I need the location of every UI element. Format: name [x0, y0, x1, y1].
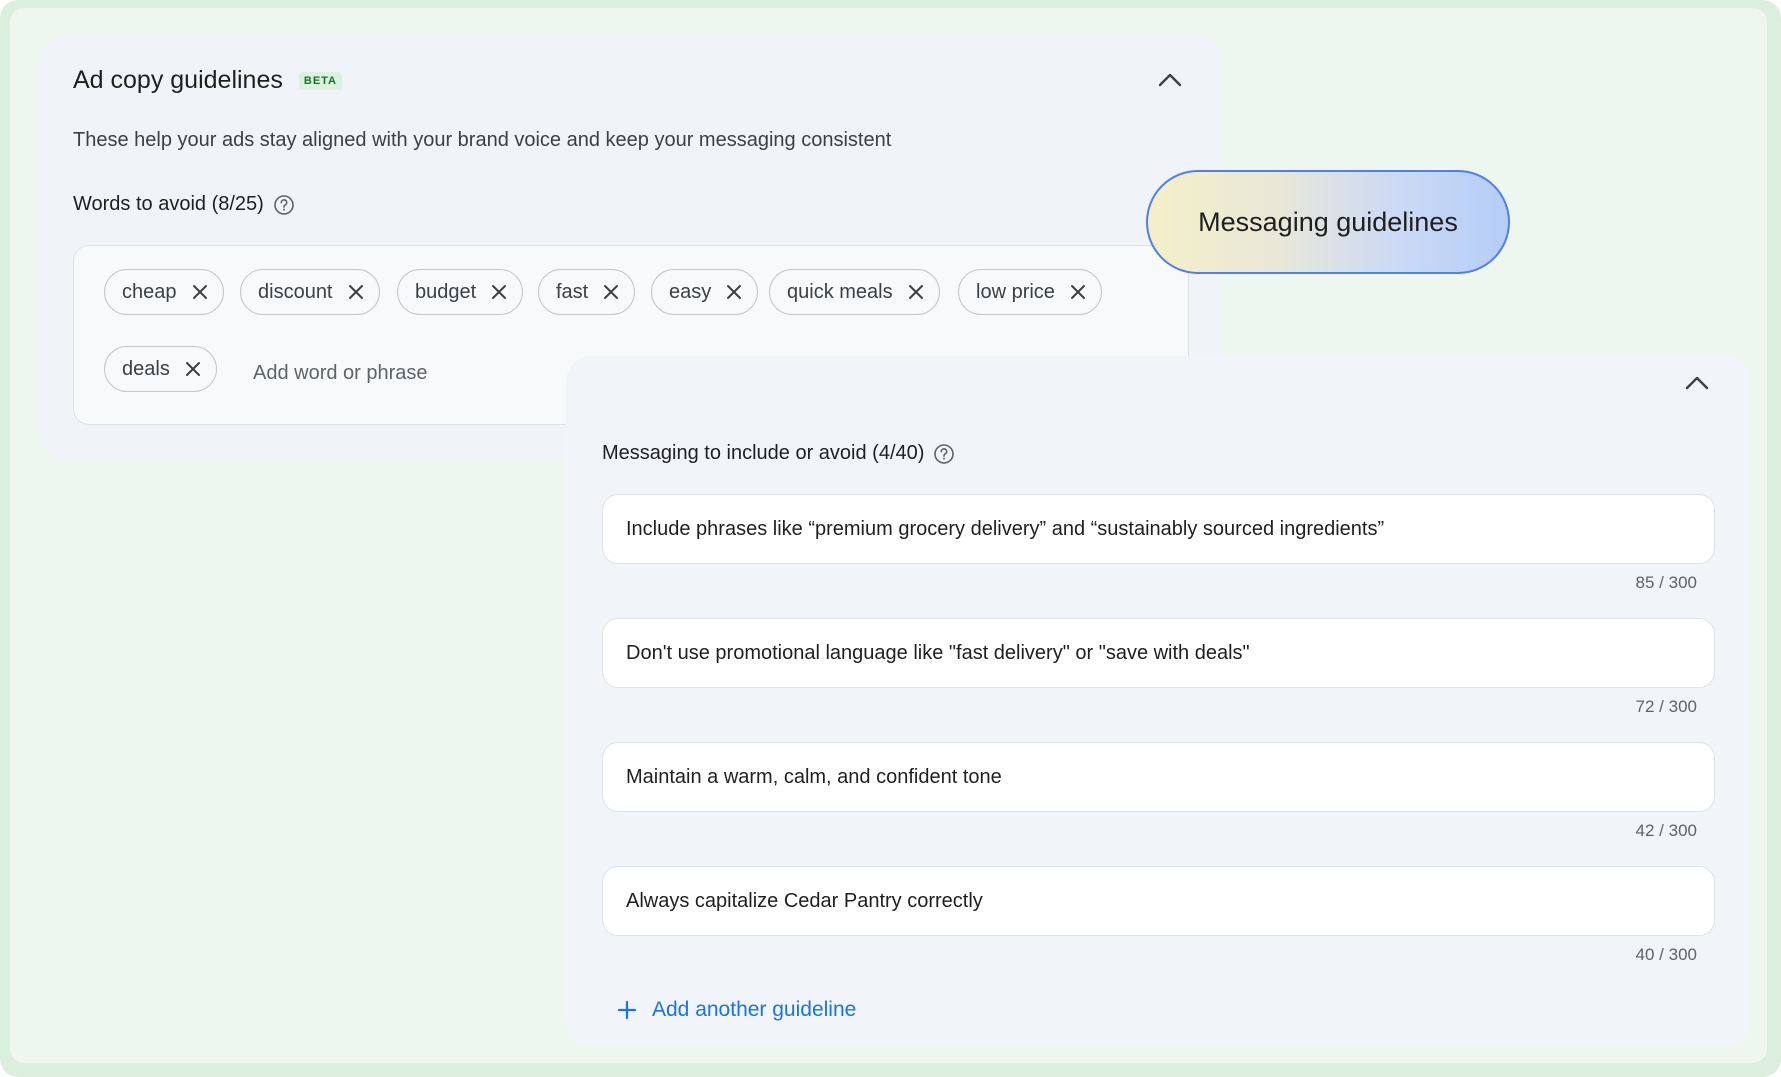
card-description: These help your ads stay aligned with yo… [73, 129, 892, 151]
card-title: Ad copy guidelines [73, 66, 283, 94]
messaging-header: Messaging to include or avoid (4/40) [602, 442, 955, 465]
chip: budget [397, 269, 524, 315]
guideline-input[interactable]: Always capitalize Cedar Pantry correctly [602, 866, 1715, 936]
help-icon[interactable] [273, 194, 295, 216]
character-counter: 40 / 300 [1635, 945, 1697, 964]
chip: cheap [104, 269, 224, 315]
add-guideline-label: Add another guideline [652, 998, 857, 1021]
guideline-input[interactable]: Maintain a warm, calm, and confident ton… [602, 742, 1715, 812]
chip: discount [240, 269, 380, 315]
chip: low price [958, 269, 1102, 315]
chip: quick meals [769, 269, 940, 315]
help-icon[interactable] [933, 443, 955, 465]
character-counter: 42 / 300 [1635, 821, 1697, 840]
remove-chip-icon[interactable] [725, 283, 743, 301]
add-word-input[interactable]: Add word or phrase [253, 362, 428, 385]
collapse-chevron-up-icon[interactable] [1156, 66, 1184, 94]
remove-chip-icon[interactable] [907, 283, 925, 301]
guideline-input[interactable]: Include phrases like “premium grocery de… [602, 494, 1715, 564]
chip-label: quick meals [787, 280, 893, 303]
remove-chip-icon[interactable] [1069, 283, 1087, 301]
remove-chip-icon[interactable] [347, 283, 365, 301]
chip-label: cheap [122, 280, 177, 303]
remove-chip-icon[interactable] [490, 283, 508, 301]
remove-chip-icon[interactable] [191, 283, 209, 301]
remove-chip-icon[interactable] [602, 283, 620, 301]
messaging-guidelines-card: Messaging to include or avoid (4/40) Inc… [566, 356, 1750, 1046]
chip: easy [651, 269, 759, 315]
chip-label: deals [122, 357, 170, 380]
character-counter: 72 / 300 [1635, 697, 1697, 716]
chip-label: low price [976, 280, 1055, 303]
chip: deals [104, 346, 217, 392]
guideline-input[interactable]: Don't use promotional language like "fas… [602, 618, 1715, 688]
messaging-label: Messaging to include or avoid (4/40) [602, 442, 925, 464]
card-header: Ad copy guidelines BETA [73, 66, 343, 95]
words-to-avoid-header: Words to avoid (8/25) [73, 193, 295, 216]
words-to-avoid-label: Words to avoid (8/25) [73, 193, 264, 215]
character-counter: 85 / 300 [1635, 573, 1697, 592]
collapse-chevron-up-icon[interactable] [1683, 369, 1711, 397]
chip-label: discount [258, 280, 333, 303]
chip-label: easy [669, 280, 712, 303]
messaging-guidelines-callout: Messaging guidelines [1146, 170, 1510, 274]
beta-badge: BETA [298, 71, 343, 90]
chip: fast [538, 269, 636, 315]
plus-icon [617, 1000, 637, 1020]
remove-chip-icon[interactable] [184, 360, 202, 378]
chip-label: budget [415, 280, 477, 303]
chip-label: fast [556, 280, 589, 303]
add-guideline-button[interactable]: Add another guideline [616, 998, 856, 1022]
